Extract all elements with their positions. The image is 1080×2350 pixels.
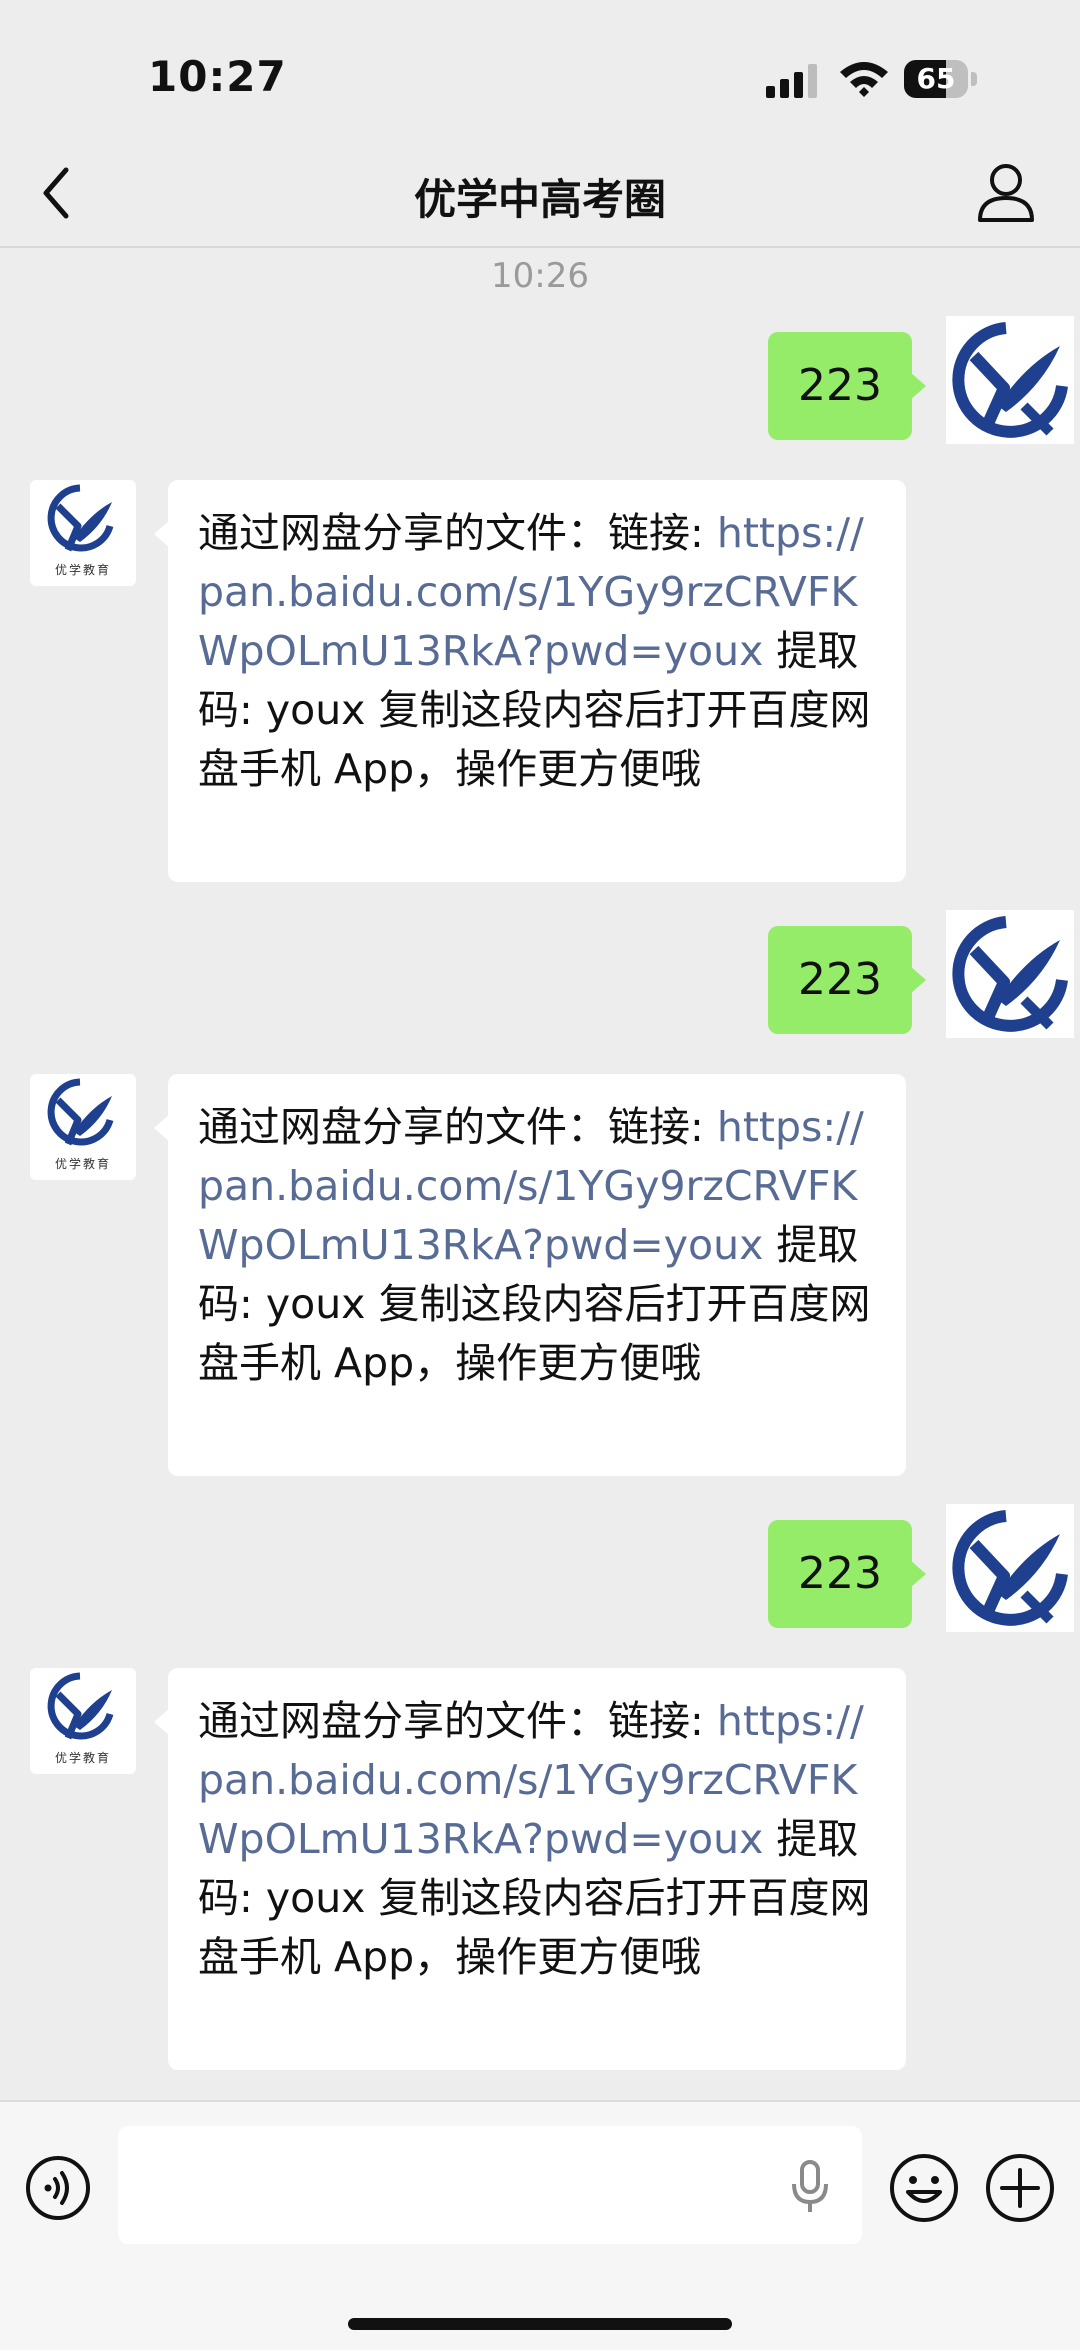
- chat-header: 优学中高考圈: [0, 140, 1080, 248]
- status-bar: 10:27 65: [0, 0, 1080, 140]
- user-avatar[interactable]: [946, 910, 1074, 1038]
- contact-avatar[interactable]: 优学教育: [30, 1074, 136, 1180]
- share-text-prefix: 通过网盘分享的文件：链接:: [198, 1103, 717, 1151]
- home-indicator: [348, 2318, 732, 2330]
- battery-icon: 65: [904, 60, 978, 98]
- mic-icon[interactable]: [790, 2160, 830, 2214]
- voice-icon[interactable]: [24, 2154, 92, 2222]
- emoji-icon[interactable]: [888, 2152, 960, 2224]
- contact-avatar-label: 优学教育: [54, 563, 111, 577]
- outgoing-bubble[interactable]: 223: [768, 926, 926, 1034]
- contact-avatar-label: 优学教育: [54, 1157, 111, 1171]
- contact-avatar[interactable]: 优学教育: [30, 480, 136, 586]
- contact-avatar-label: 优学教育: [54, 1751, 111, 1765]
- message-input-bar: [0, 2100, 1080, 2350]
- message-timestamp: 10:26: [491, 256, 589, 296]
- share-text-prefix: 通过网盘分享的文件：链接:: [198, 1697, 717, 1745]
- logo-icon: [47, 1672, 114, 1740]
- logo-icon: [47, 484, 114, 552]
- user-avatar[interactable]: [946, 1504, 1074, 1632]
- chat-title: 优学中高考圈: [413, 175, 666, 224]
- incoming-bubble[interactable]: 通过网盘分享的文件：链接: https://pan.baidu.com/s/1Y…: [154, 1074, 906, 1476]
- plus-icon[interactable]: [984, 2152, 1056, 2224]
- battery-percent: 65: [916, 62, 956, 95]
- contact-avatar[interactable]: 优学教育: [30, 1668, 136, 1774]
- incoming-bubble[interactable]: 通过网盘分享的文件：链接: https://pan.baidu.com/s/1Y…: [154, 480, 906, 882]
- share-text-prefix: 通过网盘分享的文件：链接:: [198, 509, 717, 557]
- status-time: 10:27: [148, 52, 287, 101]
- outgoing-bubble[interactable]: 223: [768, 332, 926, 440]
- cellular-signal-icon: [766, 64, 817, 98]
- incoming-bubble[interactable]: 通过网盘分享的文件：链接: https://pan.baidu.com/s/1Y…: [154, 1668, 906, 2070]
- wifi-icon: [840, 62, 888, 97]
- profile-icon[interactable]: [974, 158, 1038, 226]
- message-input[interactable]: [118, 2126, 862, 2244]
- logo-icon: [47, 1078, 114, 1146]
- user-avatar[interactable]: [946, 316, 1074, 444]
- message-list[interactable]: 10:26 223 优学教育 通过网盘分享的文件：链接: https://pan…: [0, 248, 1080, 2100]
- outgoing-bubble[interactable]: 223: [768, 1520, 926, 1628]
